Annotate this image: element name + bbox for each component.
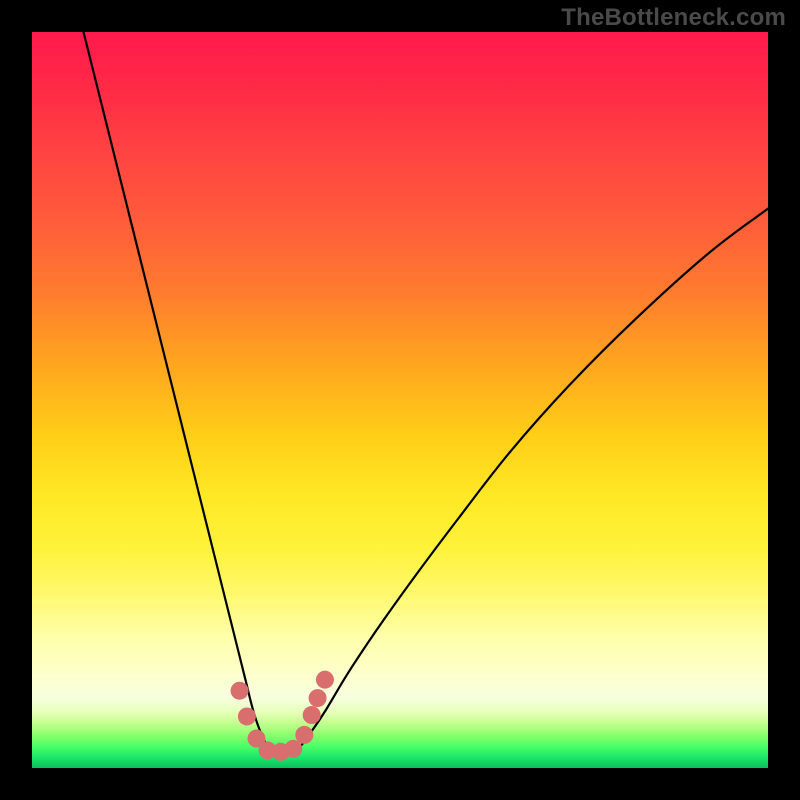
bottleneck-curve: [84, 32, 768, 754]
chart-frame: TheBottleneck.com: [0, 0, 800, 800]
trough-marker: [231, 682, 249, 700]
watermark-text: TheBottleneck.com: [561, 4, 786, 32]
trough-marker: [238, 707, 256, 725]
trough-marker: [303, 706, 321, 724]
trough-marker: [316, 671, 334, 689]
bottleneck-curve-path: [84, 32, 768, 754]
curve-layer: [32, 32, 768, 768]
trough-marker: [284, 740, 302, 758]
plot-area: [32, 32, 768, 768]
trough-marker: [295, 726, 313, 744]
trough-marker: [309, 689, 327, 707]
